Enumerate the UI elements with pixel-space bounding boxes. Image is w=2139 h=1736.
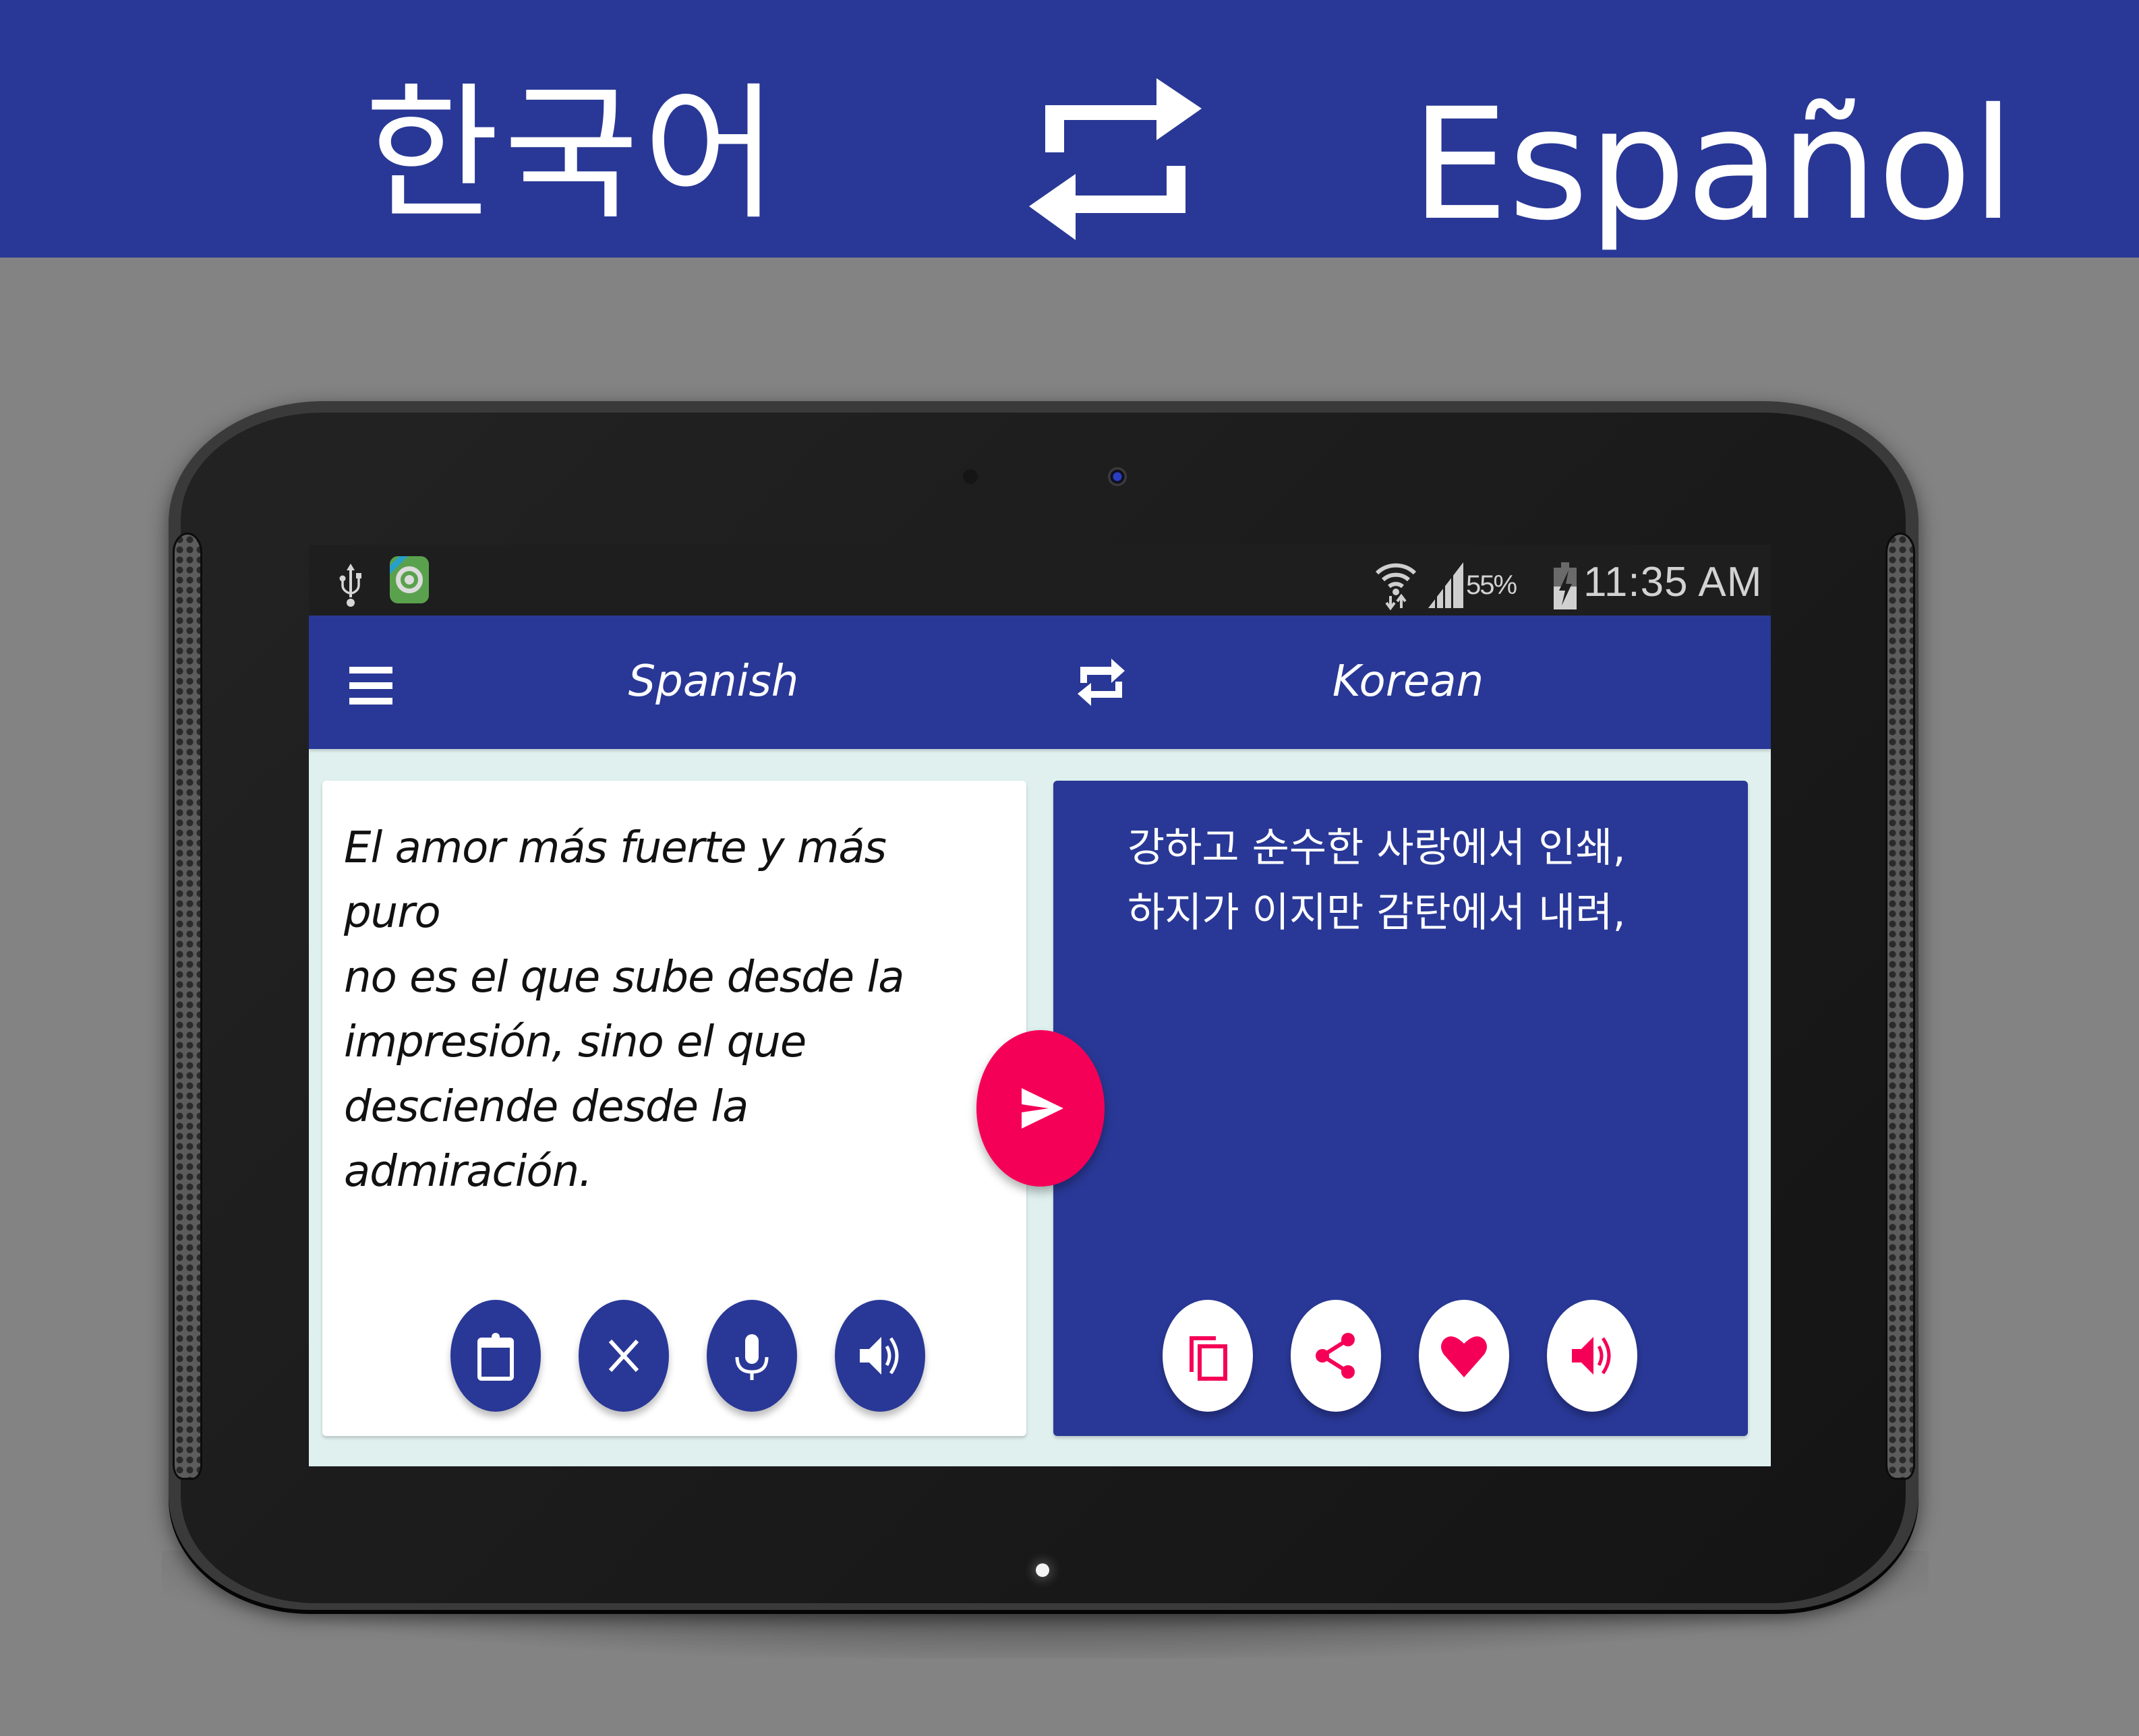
send-icon <box>1022 1088 1063 1129</box>
speak-translation-button[interactable] <box>1547 1300 1637 1412</box>
promo-banner: 한국어 Español <box>0 0 2139 258</box>
target-language-selector[interactable]: Korean <box>1307 648 1509 715</box>
tablet-screen: 55% 11:35 AM Spanish Korean El amor más … <box>309 545 1771 1466</box>
copy-icon <box>1190 1336 1227 1381</box>
translated-text: 강하고 순수한 사랑에서 인쇄, 하지가 이지만 감탄에서 내려, <box>1127 825 1626 936</box>
notification-led <box>1036 1563 1049 1577</box>
clear-button[interactable] <box>579 1300 669 1412</box>
battery-percentage: 55% <box>1466 570 1517 600</box>
speaker-grill-left <box>173 533 202 1480</box>
translation-card: 강하고 순수한 사랑에서 인쇄, 하지가 이지만 감탄에서 내려, <box>1053 781 1748 1436</box>
speaker-icon <box>1572 1337 1611 1375</box>
source-language-selector[interactable]: Spanish <box>612 648 815 715</box>
swap-languages-button[interactable] <box>1071 652 1132 713</box>
speak-source-button[interactable] <box>835 1300 925 1412</box>
clipboard-icon <box>477 1333 514 1381</box>
swap-arrows-icon <box>1025 71 1206 244</box>
speaker-icon <box>860 1337 899 1375</box>
swap-arrows-icon <box>1078 659 1125 706</box>
share-icon <box>1316 1333 1355 1379</box>
usb-icon <box>339 562 363 609</box>
microphone-icon <box>735 1334 769 1380</box>
share-button[interactable] <box>1291 1300 1381 1412</box>
banner-spanish-label: Español <box>1411 75 2015 254</box>
wifi-icon <box>1374 558 1417 611</box>
proximity-sensor <box>963 469 978 484</box>
voice-input-button[interactable] <box>707 1300 797 1412</box>
cell-signal-icon <box>1427 562 1465 608</box>
favorite-button[interactable] <box>1419 1300 1509 1412</box>
copy-button[interactable] <box>1163 1300 1253 1412</box>
hamburger-menu-icon[interactable] <box>349 667 394 705</box>
status-bar: 55% 11:35 AM <box>309 545 1771 616</box>
app-notification-icon <box>390 556 429 603</box>
source-text-card: El amor más fuerte y más puro no es el q… <box>322 781 1026 1436</box>
app-toolbar: Spanish Korean <box>309 616 1771 749</box>
heart-icon <box>1441 1336 1487 1377</box>
speaker-grill-right <box>1885 533 1915 1480</box>
source-text-input[interactable]: El amor más fuerte y más puro no es el q… <box>344 816 991 1204</box>
battery-charging-icon <box>1554 562 1577 609</box>
status-clock: 11:35 AM <box>1583 559 1763 605</box>
translate-button[interactable] <box>976 1030 1105 1187</box>
banner-korean-label: 한국어 <box>364 69 782 240</box>
close-icon <box>608 1339 639 1373</box>
paste-button[interactable] <box>450 1300 541 1412</box>
front-camera-icon <box>1108 467 1127 486</box>
